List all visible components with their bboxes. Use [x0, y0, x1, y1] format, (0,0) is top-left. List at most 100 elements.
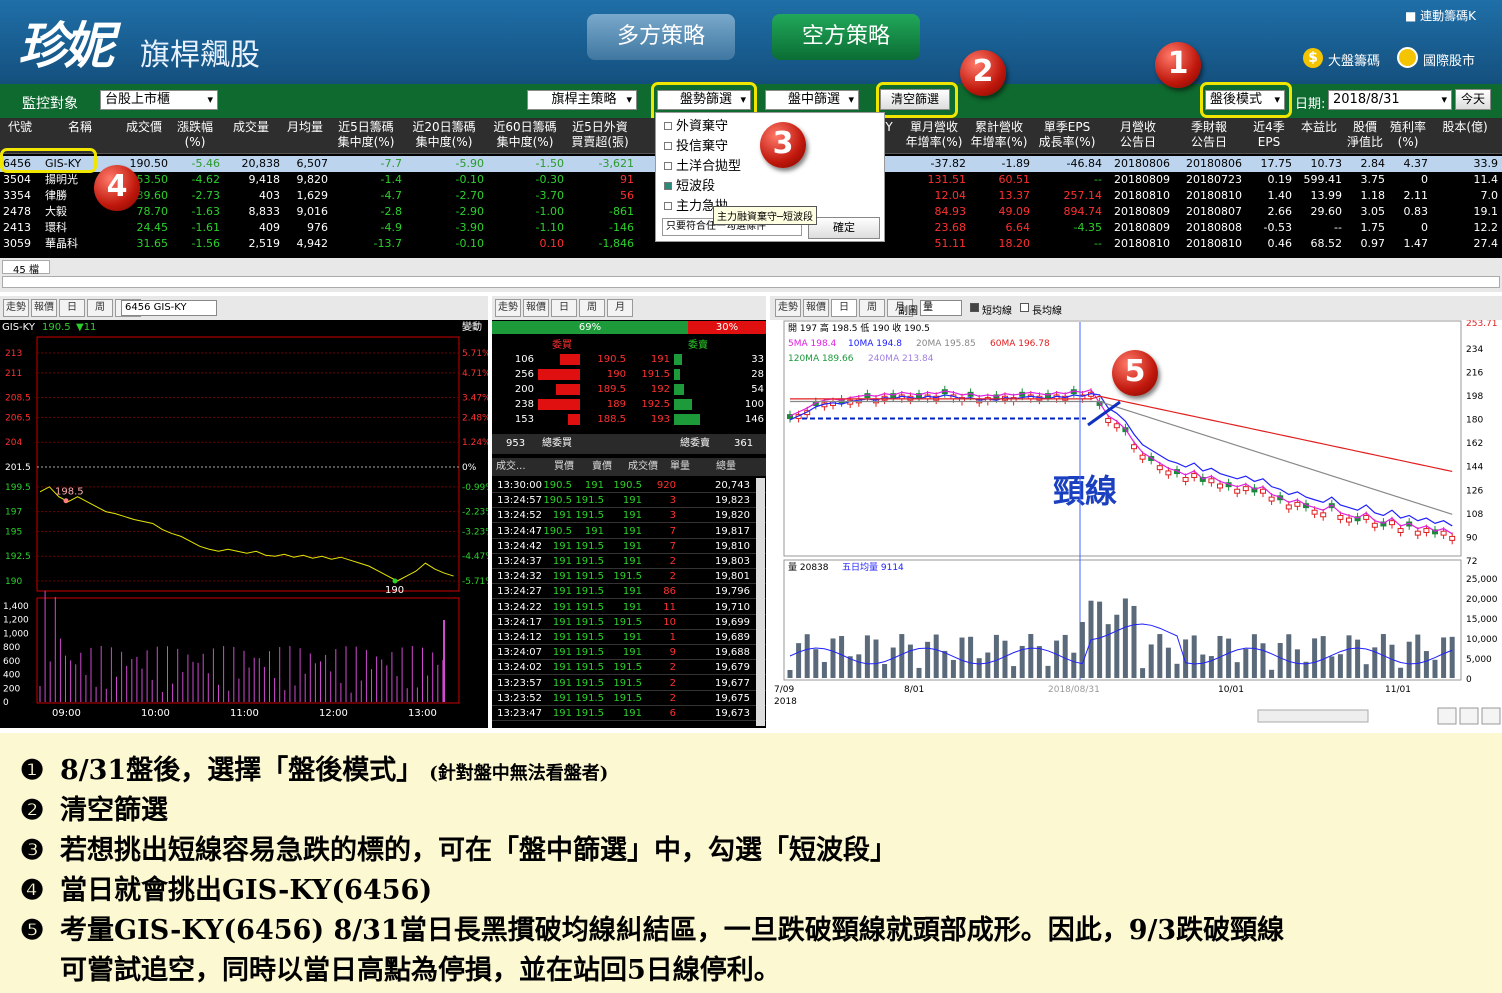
tab-周[interactable]: 周 — [579, 299, 605, 317]
short-strategy-button[interactable]: 空方策略 — [772, 14, 920, 60]
global-markets-link[interactable]: 國際股市 — [1423, 50, 1475, 69]
tab-報價[interactable]: 報價 — [31, 299, 57, 317]
tick-scrollbar[interactable] — [756, 478, 765, 726]
checkbox-icon[interactable] — [664, 142, 672, 150]
strategy-select[interactable]: 旗桿主策略 — [527, 90, 637, 110]
grid-col-header[interactable]: 股本(億) — [1432, 120, 1498, 135]
tab-日[interactable]: 日 — [59, 299, 85, 317]
checkbox-icon[interactable] — [664, 202, 672, 210]
tick-cell: 191 — [584, 480, 604, 491]
tab-走勢[interactable]: 走勢 — [495, 299, 521, 317]
grid-col-header[interactable]: 成交量 — [222, 120, 280, 135]
tick-col-header[interactable]: 成交... — [496, 458, 526, 476]
volume-bar — [959, 637, 965, 678]
intraday-toolbar: 走勢報價日周月6456 GIS-KY — [0, 296, 488, 320]
grid-col-header[interactable]: 近5日外資 買賣超(張) — [566, 120, 634, 150]
tab-走勢[interactable]: 走勢 — [3, 299, 29, 317]
grid-col-header[interactable]: 月營收 公告日 — [1106, 120, 1170, 150]
checkbox-icon[interactable] — [664, 162, 672, 170]
note-bullet: ❶ — [20, 755, 45, 786]
dropdown-option[interactable]: 短波段 — [664, 175, 715, 194]
tick-cell: 191 — [622, 586, 642, 598]
grid-col-header[interactable]: 單月營收 年增率(%) — [902, 120, 966, 150]
zoom-out-icon — [1459, 707, 1479, 725]
intraday-filter-select[interactable]: 盤中篩選 — [765, 90, 859, 110]
tick-col-header[interactable]: 買價 — [554, 458, 574, 476]
dropdown-ok-button[interactable]: 確定 — [808, 217, 880, 239]
grid-col-header[interactable]: 近60日籌碼 集中度(%) — [486, 120, 564, 150]
tick-row: 13:24:32 191 191.5 191.5 2 19,801 — [492, 569, 766, 585]
candle-body — [1156, 465, 1163, 471]
grid-col-header[interactable]: 成交價 — [120, 120, 168, 135]
checkbox-checked-icon[interactable] — [664, 182, 672, 190]
volume-bar — [1200, 654, 1206, 678]
volume-bar — [916, 667, 922, 678]
stock-select[interactable]: 6456 GIS-KY — [121, 300, 217, 316]
grid-col-header[interactable]: 季財報 公告日 — [1176, 120, 1242, 150]
callout-2: 2 — [960, 50, 1006, 96]
pct-tick-label: 0% — [462, 463, 477, 473]
date-input[interactable]: 2018/8/31 — [1328, 90, 1452, 110]
tick-col-header[interactable]: 賣價 — [592, 458, 612, 476]
candle-body — [1182, 476, 1189, 482]
tab-月[interactable]: 月 — [607, 299, 633, 317]
today-button[interactable]: 今天 — [1455, 89, 1491, 110]
grid-col-header[interactable]: 累計營收 年增率(%) — [968, 120, 1030, 150]
dropdown-option[interactable]: 投信棄守 — [664, 135, 728, 154]
grid-col-header[interactable]: 殖利率 (%) — [1388, 120, 1428, 150]
logo-sub: 旗桿飆股 — [140, 38, 260, 73]
ohlc-readout: 開 197 高 198.5 低 190 收 190.5 — [788, 322, 930, 334]
chip-check-toggle[interactable]: ■ 連動籌碼K — [1405, 7, 1476, 24]
grid-col-header[interactable]: 代號 — [0, 120, 40, 135]
tab-日[interactable]: 日 — [551, 299, 577, 317]
grid-col-header[interactable]: 近4季 EPS — [1246, 120, 1292, 150]
grid-col-header[interactable]: 近20日籌碼 集中度(%) — [404, 120, 484, 150]
tick-cell: 13:24:47 — [497, 525, 542, 537]
grid-col-header[interactable]: 股價 淨值比 — [1345, 120, 1385, 150]
volume-bar — [1406, 641, 1412, 678]
tick-col-header[interactable]: 單量 — [670, 458, 690, 476]
grid-col-header[interactable]: 近5日籌碼 集中度(%) — [330, 120, 402, 150]
volume-bar — [830, 638, 836, 678]
dropdown-option-label: 土洋合拋型 — [676, 159, 742, 174]
grid-col-header[interactable]: 月均量 — [282, 120, 328, 135]
buy-ratio-bar: 69% — [492, 321, 688, 334]
sub-chart-select[interactable]: 量 — [920, 300, 962, 316]
grid-cell-eps4: 0.46 — [1267, 237, 1293, 250]
tick-col-header[interactable]: 成交價 — [628, 458, 658, 476]
market-chips-link[interactable]: 大盤籌碼 — [1328, 50, 1380, 69]
tab-日[interactable]: 日 — [831, 299, 857, 317]
grid-cell-mavg: 4,942 — [296, 237, 329, 250]
tick-cell: 2 — [669, 677, 676, 689]
grid-col-header[interactable]: 漲跌幅 (%) — [170, 120, 220, 150]
grid-hscrollbar[interactable] — [2, 276, 1500, 288]
monitor-select[interactable]: 台股上市櫃 — [100, 90, 218, 110]
grid-col-header[interactable]: 名稱 — [42, 120, 118, 135]
grid-col-header[interactable]: Y — [884, 120, 894, 135]
tick-row: 13:23:52 191 191.5 191.5 2 19,675 — [492, 691, 766, 706]
dropdown-option[interactable]: 土洋合拋型 — [664, 155, 741, 174]
grid-col-header[interactable]: 本益比 — [1296, 120, 1342, 135]
tab-走勢[interactable]: 走勢 — [775, 299, 801, 317]
tab-周[interactable]: 周 — [87, 299, 113, 317]
tick-row: 13:24:42 191 191.5 191 7 19,810 — [492, 539, 766, 554]
tab-周[interactable]: 周 — [859, 299, 885, 317]
long-ma-checkbox[interactable] — [1020, 303, 1029, 312]
volume-bar — [942, 650, 948, 678]
grid-cell-yld: 4.37 — [1403, 157, 1429, 170]
grid-cell-acc: 13.37 — [998, 189, 1031, 202]
dropdown-option[interactable]: 外資棄守 — [664, 115, 728, 134]
tab-報價[interactable]: 報價 — [803, 299, 829, 317]
chart-hscrollbar — [1257, 709, 1369, 723]
grid-cell-c60: -3.70 — [535, 189, 564, 202]
long-strategy-button[interactable]: 多方策略 — [587, 14, 735, 60]
tick-cell: 191.5 — [575, 586, 604, 598]
tick-col-header[interactable]: 總量 — [716, 458, 736, 476]
checkbox-icon[interactable] — [664, 122, 672, 130]
candle-body — [1208, 478, 1215, 484]
tab-報價[interactable]: 報價 — [523, 299, 549, 317]
short-ma-label: 短均線 — [982, 306, 1012, 317]
grid-col-header[interactable]: 單季EPS 成長率(%) — [1032, 120, 1102, 150]
short-ma-checkbox[interactable] — [970, 303, 979, 312]
tick-cell: 19,810 — [715, 540, 750, 552]
